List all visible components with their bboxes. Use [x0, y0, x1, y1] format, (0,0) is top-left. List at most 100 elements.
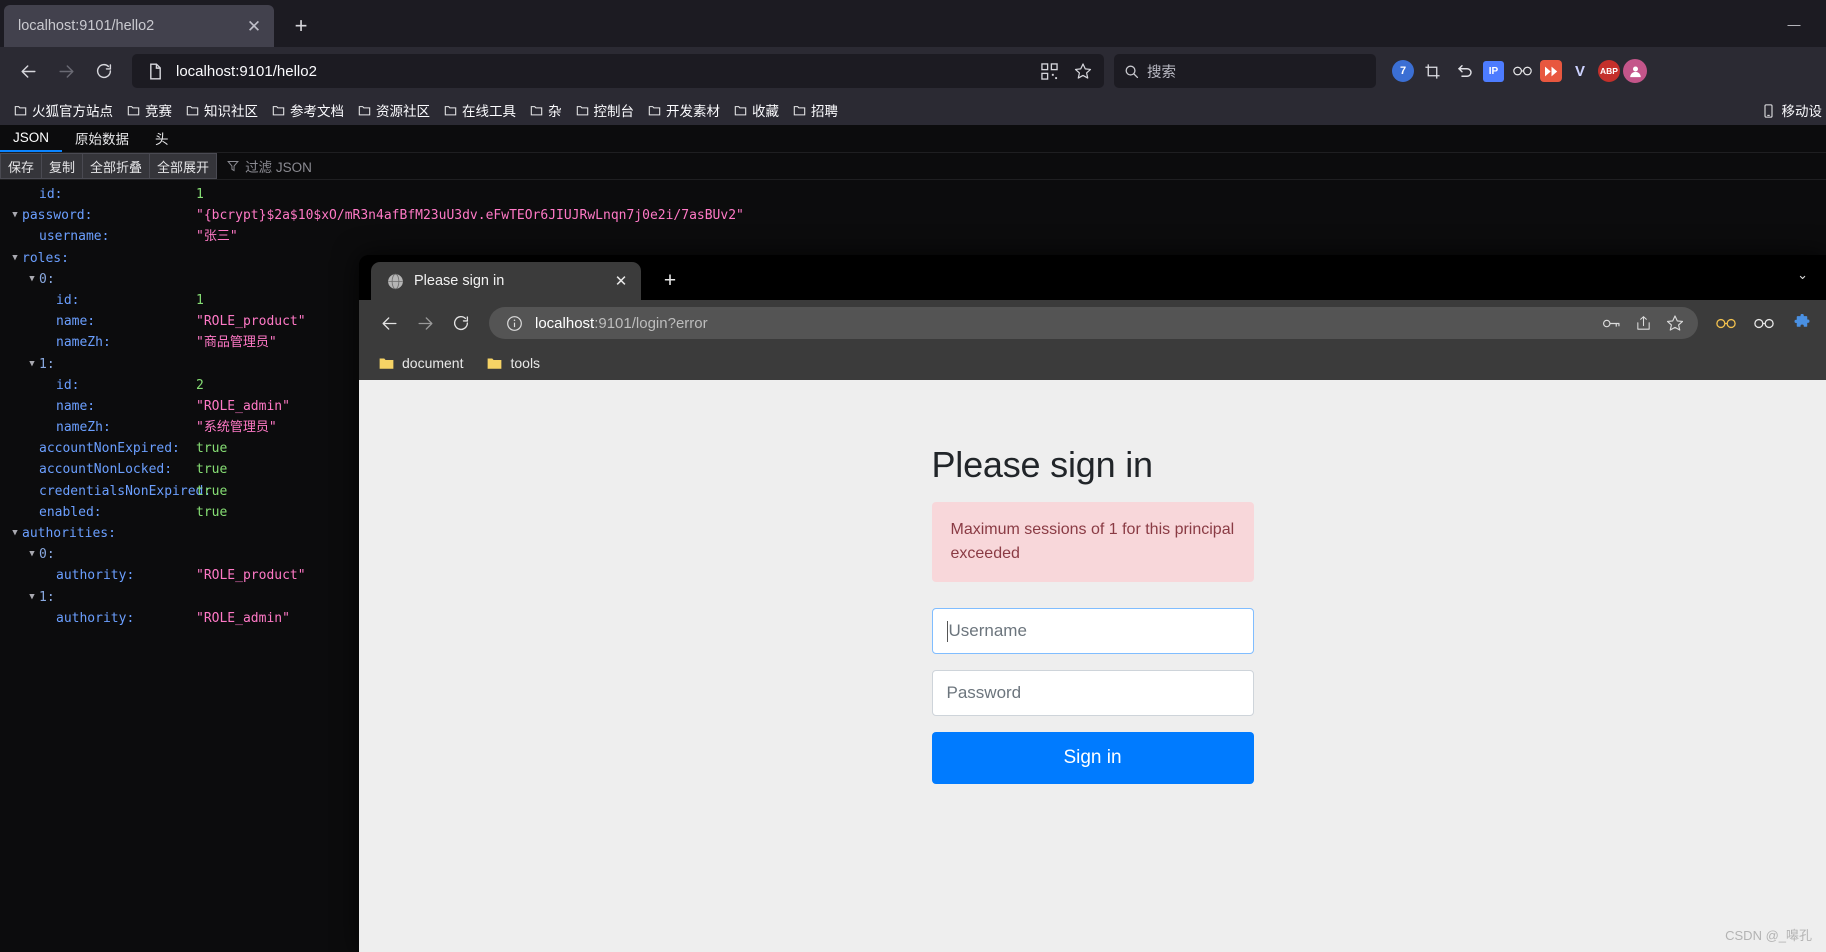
- error-alert: Maximum sessions of 1 for this principal…: [931, 502, 1254, 582]
- expand-all-button[interactable]: 全部展开: [150, 153, 218, 179]
- omnibox[interactable]: localhost:9101/login?error: [489, 307, 1698, 339]
- save-button[interactable]: 保存: [0, 153, 43, 179]
- back-icon[interactable]: [373, 307, 405, 339]
- bookmark-item-document[interactable]: document: [371, 351, 471, 375]
- omnibox-host: localhost: [535, 314, 595, 332]
- json-value: true: [196, 483, 228, 499]
- avatar[interactable]: [1623, 59, 1647, 83]
- new-tab-icon[interactable]: +: [655, 266, 685, 296]
- ip-extension-icon[interactable]: IP: [1483, 60, 1504, 82]
- chevron-down-icon[interactable]: ⌄: [1797, 267, 1808, 283]
- browser-tab-hello2[interactable]: localhost:9101/hello2 ✕: [4, 5, 274, 47]
- reload-icon[interactable]: [445, 307, 477, 339]
- star-icon[interactable]: [1664, 312, 1686, 334]
- folder-icon: [530, 104, 543, 117]
- extension-badge-7-icon[interactable]: 7: [1392, 60, 1414, 82]
- bookmark-item[interactable]: 竞赛: [121, 97, 178, 123]
- bookmark-item-tools[interactable]: tools: [479, 351, 548, 375]
- twisty-expanded-icon[interactable]: ▼: [8, 523, 22, 544]
- password-input[interactable]: Password: [931, 670, 1254, 716]
- twisty-expanded-icon[interactable]: ▼: [8, 205, 22, 226]
- forward-icon[interactable]: [409, 307, 441, 339]
- bookmark-label: 火狐官方站点: [32, 104, 113, 119]
- folder-icon: [358, 104, 371, 117]
- share-icon[interactable]: [1632, 312, 1654, 334]
- twisty-expanded-icon[interactable]: ▼: [25, 587, 39, 608]
- back-icon[interactable]: [10, 54, 46, 88]
- qrcode-icon[interactable]: [1036, 58, 1062, 84]
- new-tab-icon[interactable]: +: [284, 9, 318, 43]
- bookmark-item[interactable]: 杂: [524, 97, 568, 123]
- collapse-all-button[interactable]: 全部折叠: [83, 153, 151, 179]
- json-value: "ROLE_admin": [196, 398, 290, 414]
- folder-icon: [186, 104, 199, 117]
- folder-icon: [487, 357, 502, 370]
- bookmark-item[interactable]: 知识社区: [180, 97, 264, 123]
- twisty-expanded-icon[interactable]: ▼: [8, 248, 22, 269]
- screenshot-crop-icon[interactable]: [1417, 56, 1447, 86]
- json-key: credentialsNonExpired:: [39, 483, 212, 499]
- browser-tab-please-sign-in[interactable]: Please sign in ✕: [371, 262, 641, 300]
- tab-headers[interactable]: 头: [142, 125, 182, 152]
- close-icon[interactable]: ✕: [611, 271, 631, 291]
- omnibox-path: :9101/login?error: [594, 314, 708, 332]
- globe-favicon-icon: [387, 273, 404, 290]
- address-bar-text: localhost:9101/hello2: [176, 62, 317, 80]
- glasses-icon[interactable]: [1710, 307, 1742, 339]
- close-icon[interactable]: ✕: [242, 14, 266, 38]
- omnibox-text: localhost:9101/login?error: [535, 315, 1590, 332]
- password-key-icon[interactable]: [1600, 312, 1622, 334]
- undo-arrow-icon[interactable]: [1450, 56, 1480, 86]
- vimium-v-icon[interactable]: V: [1565, 56, 1595, 86]
- extension-glasses2-icon[interactable]: [1748, 307, 1780, 339]
- bookmark-item[interactable]: 招聘: [787, 97, 844, 123]
- json-value: true: [196, 462, 228, 478]
- bookmarks-bar: 火狐官方站点 竞赛 知识社区 参考文档 资源社区 在线工具 杂 控制台 开发素材…: [0, 95, 1826, 125]
- tab-json[interactable]: JSON: [0, 125, 63, 152]
- twisty-expanded-icon[interactable]: ▼: [25, 544, 39, 565]
- folder-icon: [14, 104, 27, 117]
- bookmark-label: 收藏: [752, 104, 779, 119]
- bookmark-item[interactable]: 控制台: [570, 97, 641, 123]
- minimize-icon[interactable]: —: [1772, 10, 1816, 38]
- bookmarks-overflow[interactable]: 移动设: [1758, 95, 1826, 125]
- username-input[interactable]: Username: [931, 608, 1254, 654]
- twisty-expanded-icon[interactable]: ▼: [25, 269, 39, 290]
- reload-icon[interactable]: [86, 54, 122, 88]
- bookmark-star-icon[interactable]: [1070, 58, 1096, 84]
- bookmark-label: 杂: [548, 104, 562, 119]
- bookmark-item[interactable]: 参考文档: [266, 97, 350, 123]
- search-bar[interactable]: 搜索: [1114, 54, 1376, 88]
- tab-raw-data[interactable]: 原始数据: [62, 125, 142, 152]
- json-value: "ROLE_product": [196, 314, 306, 330]
- filter-json-input[interactable]: 过滤 JSON: [217, 153, 1826, 179]
- bookmark-item[interactable]: 火狐官方站点: [8, 97, 119, 123]
- bookmark-item[interactable]: 开发素材: [642, 97, 726, 123]
- json-key: nameZh:: [56, 420, 111, 436]
- bookmark-item[interactable]: 收藏: [728, 97, 785, 123]
- password-placeholder: Password: [946, 683, 1022, 702]
- json-value: "系统管理员": [196, 420, 277, 436]
- sign-in-button[interactable]: Sign in: [931, 732, 1254, 784]
- bookmark-item[interactable]: 在线工具: [438, 97, 522, 123]
- forward-icon[interactable]: [48, 54, 84, 88]
- puzzle-extension-icon[interactable]: [1786, 307, 1818, 339]
- json-key: name:: [56, 314, 96, 330]
- info-circle-icon[interactable]: [503, 312, 525, 334]
- tab-title: localhost:9101/hello2: [18, 18, 155, 34]
- glasses-extension-icon[interactable]: [1507, 56, 1537, 86]
- bookmark-item[interactable]: 资源社区: [352, 97, 436, 123]
- adblock-plus-icon[interactable]: ABP: [1598, 60, 1620, 82]
- twisty-expanded-icon[interactable]: ▼: [25, 354, 39, 375]
- fast-forward-icon[interactable]: [1540, 60, 1562, 82]
- address-bar[interactable]: localhost:9101/hello2: [132, 54, 1104, 88]
- copy-button[interactable]: 复制: [42, 153, 84, 179]
- json-key: id:: [56, 377, 80, 393]
